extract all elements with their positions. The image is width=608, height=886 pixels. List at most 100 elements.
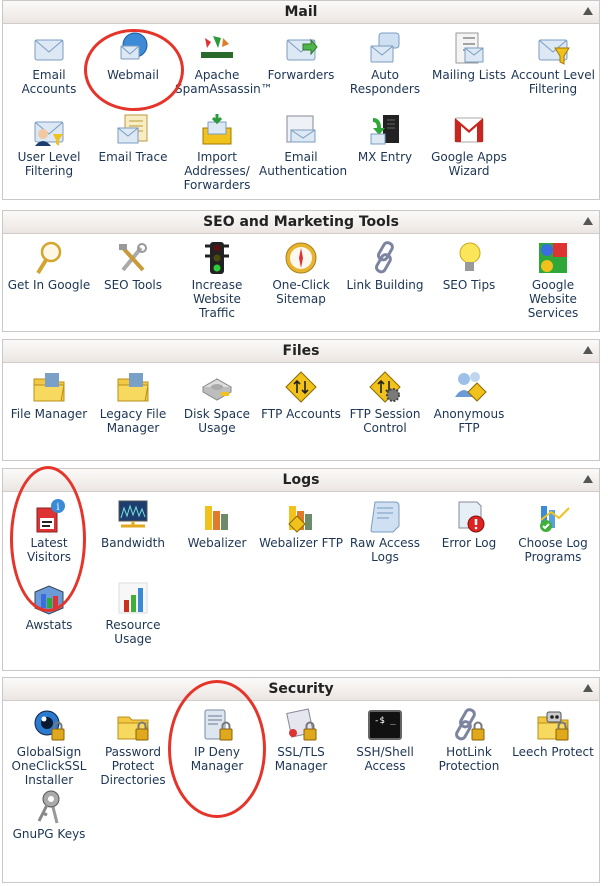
item-auto-responders[interactable]: Auto Responders xyxy=(343,30,427,96)
item-label: Raw Access Logs xyxy=(349,536,421,564)
item-label: GlobalSign OneClickSSL Installer xyxy=(11,745,87,787)
webmail-globe-icon xyxy=(115,30,151,66)
section-header[interactable]: SEO and Marketing Tools xyxy=(3,211,599,234)
item-ssl-tls-manager[interactable]: SSL/TLS Manager xyxy=(259,707,343,773)
latest-visitors-icon: i xyxy=(31,498,67,534)
document-scroll-icon xyxy=(367,498,403,534)
section-header[interactable]: Logs xyxy=(3,469,599,492)
item-hotlink-protection[interactable]: HotLink Protection xyxy=(427,707,511,773)
item-import-addresses-forwarders[interactable]: Import Addresses/ Forwarders xyxy=(175,112,259,192)
item-bandwidth[interactable]: Bandwidth xyxy=(91,498,175,550)
item-label: Increase Website Traffic xyxy=(191,278,243,320)
item-label: HotLink Protection xyxy=(438,745,500,773)
item-label: Leech Protect xyxy=(512,745,594,759)
item-seo-tools[interactable]: SEO Tools xyxy=(91,240,175,292)
item-choose-log-programs[interactable]: Choose Log Programs xyxy=(511,498,595,564)
section-seo-and-marketing-tools: SEO and Marketing Tools Get In Google SEO … xyxy=(2,210,600,332)
item-account-level-filtering[interactable]: Account Level Filtering xyxy=(511,30,595,96)
item-email-trace[interactable]: Email Trace xyxy=(91,112,175,164)
import-box-icon xyxy=(199,112,235,148)
section-title: Security xyxy=(268,681,334,697)
item-label: SSH/Shell Access xyxy=(356,745,414,773)
svg-text:i: i xyxy=(56,502,59,513)
item-link-building[interactable]: Link Building xyxy=(343,240,427,292)
item-label: One-Click Sitemap xyxy=(272,278,330,306)
item-ssh-shell-access[interactable]: -$ _ SSH/Shell Access xyxy=(343,707,427,773)
google-services-icon xyxy=(535,240,571,276)
eye-lock-icon xyxy=(31,707,67,743)
item-seo-tips[interactable]: SEO Tips xyxy=(427,240,511,292)
item-label: Email Trace xyxy=(98,150,168,164)
item-awstats[interactable]: Awstats xyxy=(7,580,91,632)
item-forwarders[interactable]: Forwarders xyxy=(259,30,343,82)
item-ip-deny-manager[interactable]: IP Deny Manager xyxy=(175,707,259,773)
section-title: SEO and Marketing Tools xyxy=(203,214,399,230)
item-label: Awstats xyxy=(25,618,73,632)
item-resource-usage[interactable]: Resource Usage xyxy=(91,580,175,646)
item-gnupg-keys[interactable]: GnuPG Keys xyxy=(7,789,91,841)
item-email-accounts[interactable]: Email Accounts xyxy=(7,30,91,96)
item-google-apps-wizard[interactable]: Google Apps Wizard xyxy=(427,112,511,178)
item-webalizer[interactable]: Webalizer xyxy=(175,498,259,550)
item-ftp-accounts[interactable]: FTP Accounts xyxy=(259,369,343,421)
item-increase-website-traffic[interactable]: Increase Website Traffic xyxy=(175,240,259,320)
item-webmail[interactable]: Webmail xyxy=(91,30,175,82)
item-mx-entry[interactable]: MX Entry xyxy=(343,112,427,164)
collapse-arrow-icon[interactable] xyxy=(583,346,593,354)
bar-chart-ftp-icon xyxy=(283,498,319,534)
collapse-arrow-icon[interactable] xyxy=(583,475,593,483)
item-label: SEO Tips xyxy=(442,278,496,292)
section-title: Logs xyxy=(282,472,320,488)
log-programs-icon xyxy=(535,498,571,534)
gmail-icon xyxy=(451,112,487,148)
item-legacy-file-manager[interactable]: Legacy File Manager xyxy=(91,369,175,435)
item-one-click-sitemap[interactable]: One-Click Sitemap xyxy=(259,240,343,306)
svg-text:-$ _: -$ _ xyxy=(374,716,396,726)
collapse-arrow-icon[interactable] xyxy=(583,684,593,692)
item-email-authentication[interactable]: Email Authentication xyxy=(259,112,348,178)
folder-icon xyxy=(31,369,67,405)
collapse-arrow-icon[interactable] xyxy=(583,7,593,15)
item-disk-space-usage[interactable]: Disk Space Usage xyxy=(175,369,259,435)
item-get-in-google[interactable]: Get In Google xyxy=(7,240,91,292)
item-leech-protect[interactable]: Leech Protect xyxy=(511,707,595,759)
item-mailing-lists[interactable]: Mailing Lists xyxy=(427,30,511,82)
item-google-website-services[interactable]: Google Website Services xyxy=(511,240,595,320)
item-label: File Manager xyxy=(10,407,88,421)
item-label: Auto Responders xyxy=(349,68,421,96)
leech-folder-icon xyxy=(535,707,571,743)
item-label: Email Authentication xyxy=(259,150,348,178)
user-filter-icon xyxy=(31,112,67,148)
item-label: Anonymous FTP xyxy=(433,407,505,435)
item-label: Google Website Services xyxy=(527,278,579,320)
bandwidth-monitor-icon xyxy=(115,498,151,534)
error-log-icon xyxy=(451,498,487,534)
filter-funnel-icon xyxy=(535,30,571,66)
item-label: Forwarders xyxy=(267,68,335,82)
item-anonymous-ftp[interactable]: Anonymous FTP xyxy=(427,369,511,435)
lightbulb-icon xyxy=(451,240,487,276)
item-ftp-session-control[interactable]: FTP Session Control xyxy=(343,369,427,435)
item-apache-spamassassin[interactable]: Apache SpamAssassin™ xyxy=(175,30,273,96)
certificate-lock-icon xyxy=(283,707,319,743)
item-password-protect-directories[interactable]: Password Protect Directories xyxy=(91,707,175,787)
item-label: SSL/TLS Manager xyxy=(274,745,328,773)
item-error-log[interactable]: Error Log xyxy=(427,498,511,550)
spamassassin-icon xyxy=(199,30,235,66)
collapse-arrow-icon[interactable] xyxy=(583,217,593,225)
item-raw-access-logs[interactable]: Raw Access Logs xyxy=(343,498,427,564)
item-label: IP Deny Manager xyxy=(190,745,244,773)
item-webalizer-ftp[interactable]: Webalizer FTP xyxy=(259,498,343,550)
section-header[interactable]: Mail xyxy=(3,1,599,24)
section-header[interactable]: Files xyxy=(3,340,599,363)
item-globalsign-oneclickssl-installer[interactable]: GlobalSign OneClickSSL Installer xyxy=(7,707,91,787)
item-user-level-filtering[interactable]: User Level Filtering xyxy=(7,112,91,178)
item-file-manager[interactable]: File Manager xyxy=(7,369,91,421)
item-latest-visitors[interactable]: i Latest Visitors xyxy=(7,498,91,564)
section-mail: Mail Email Accounts Webmail Apache SpamAssa… xyxy=(2,0,600,200)
section-title: Files xyxy=(282,343,320,359)
section-header[interactable]: Security xyxy=(3,678,599,701)
chain-lock-icon xyxy=(451,707,487,743)
resource-chart-icon xyxy=(115,580,151,616)
item-label: Latest Visitors xyxy=(26,536,72,564)
